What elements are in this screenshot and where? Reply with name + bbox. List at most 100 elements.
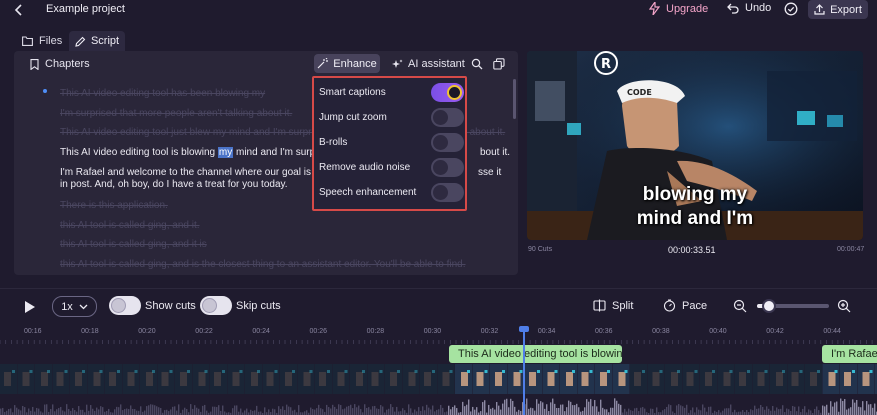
waveform-bar <box>410 408 412 415</box>
tab-files[interactable]: Files <box>22 35 62 47</box>
jump-cut-zoom-toggle[interactable] <box>431 107 464 127</box>
check-circle-icon[interactable] <box>784 2 798 16</box>
pace-button[interactable]: Pace <box>663 299 707 312</box>
waveform-bar <box>398 411 400 415</box>
undo-button[interactable]: Undo <box>727 2 771 14</box>
timeline-clip[interactable]: This AI video editing tool is blowin... <box>449 345 622 363</box>
script-line[interactable]: There is this application. <box>60 200 168 211</box>
waveform-bar <box>232 408 234 415</box>
selected-word[interactable]: my <box>217 147 234 158</box>
speed-select[interactable]: 1x <box>52 296 97 317</box>
timeline-clip[interactable]: I'm Rafael a <box>822 345 877 363</box>
show-cuts-toggle[interactable] <box>109 296 141 315</box>
waveform-bar <box>470 411 472 415</box>
script-line-active[interactable]: This AI video editing tool is blowing my… <box>60 147 326 158</box>
film-frame <box>385 364 402 394</box>
enhance-option-remove-audio-noise[interactable]: Remove audio noise <box>319 156 464 178</box>
smart-captions-toggle[interactable] <box>431 82 464 102</box>
waveform-bar <box>392 407 394 415</box>
audio-waveform[interactable] <box>0 394 877 415</box>
remove-audio-noise-toggle[interactable] <box>431 157 464 177</box>
tick-label: 00:30 <box>423 328 442 335</box>
script-line[interactable]: in post. And, oh boy, do I have a treat … <box>60 179 288 190</box>
film-frame <box>630 364 647 394</box>
waveform-bar <box>662 410 664 415</box>
waveform-bar <box>778 409 780 415</box>
waveform-bar <box>512 400 514 415</box>
tab-script[interactable]: Script <box>69 31 125 51</box>
film-frame <box>420 364 437 394</box>
b-rolls-toggle[interactable] <box>431 132 464 152</box>
upgrade-button[interactable]: Upgrade <box>649 2 708 15</box>
waveform-bar <box>6 410 8 415</box>
waveform-bar <box>446 411 448 415</box>
waveform-bar <box>768 408 770 415</box>
waveform-bar <box>614 398 616 415</box>
script-line[interactable]: this AI tool is called ging, and it is <box>60 239 207 250</box>
film-frame <box>70 364 87 394</box>
film-frame <box>297 364 315 394</box>
waveform-bar <box>872 407 874 415</box>
project-title[interactable]: Example project <box>46 3 125 15</box>
film-frame <box>752 364 770 394</box>
enhance-button[interactable]: Enhance <box>314 54 380 73</box>
waveform-bar <box>466 404 468 415</box>
waveform-bar <box>844 399 846 415</box>
zoom-out-icon[interactable] <box>733 299 747 313</box>
search-icon[interactable] <box>471 58 483 70</box>
enhance-option-b-rolls[interactable]: B-rolls <box>319 131 464 153</box>
waveform-bar <box>316 408 318 415</box>
waveform-bar <box>454 405 456 415</box>
script-line[interactable]: I'm surprised that more people aren't ta… <box>60 108 292 119</box>
waveform-bar <box>684 407 686 415</box>
back-arrow-icon[interactable] <box>11 2 27 18</box>
script-line[interactable]: I'm Rafael and welcome to the channel wh… <box>60 167 322 178</box>
waveform-bar <box>668 404 670 415</box>
toggle-knob <box>433 159 448 175</box>
skip-cuts-control[interactable]: Skip cuts <box>200 296 281 315</box>
waveform-bar <box>602 407 604 415</box>
chapters-button[interactable]: Chapters <box>30 58 90 70</box>
zoom-slider-handle[interactable] <box>762 299 776 313</box>
film-frame <box>52 364 70 394</box>
waveform-bar <box>870 404 872 415</box>
waveform-bar <box>334 406 336 415</box>
script-scrollbar[interactable] <box>513 79 516 119</box>
skip-cuts-toggle[interactable] <box>200 296 232 315</box>
zoom-in-icon[interactable] <box>837 299 851 313</box>
tick-label: 00:28 <box>366 328 385 335</box>
speech-enhancement-toggle[interactable] <box>431 182 464 202</box>
timeline-filmstrip[interactable] <box>0 364 877 394</box>
export-button[interactable]: Export <box>808 0 868 19</box>
script-line[interactable]: this AI tool is called ging, and is the … <box>60 259 466 270</box>
show-cuts-control[interactable]: Show cuts <box>109 296 196 315</box>
tick-label: 00:40 <box>709 328 727 335</box>
waveform-bar <box>182 409 184 415</box>
play-icon[interactable] <box>23 300 37 314</box>
waveform-bar <box>134 409 136 415</box>
enhance-option-jump-cut-zoom[interactable]: Jump cut zoom <box>319 106 464 128</box>
show-cuts-label: Show cuts <box>145 299 196 312</box>
waveform-bar <box>220 410 222 415</box>
script-line[interactable]: this AI tool is called ging, and it. <box>60 220 200 231</box>
waveform-bar <box>350 404 352 415</box>
waveform-bar <box>236 405 238 415</box>
video-preview[interactable]: R CODE blowing my mind and I'm <box>527 51 863 240</box>
waveform-bar <box>550 402 552 415</box>
ai-assistant-button[interactable]: AI assistant <box>392 58 465 70</box>
playhead[interactable] <box>523 328 525 415</box>
waveform-bar <box>620 404 622 415</box>
waveform-bar <box>528 408 530 415</box>
script-line[interactable]: This AI video editing tool has been blow… <box>60 88 265 99</box>
enhance-option-smart-captions[interactable]: Smart captions <box>319 81 464 103</box>
film-frame <box>350 364 367 394</box>
current-time: 00:00:33.51 <box>668 245 716 255</box>
copy-icon[interactable] <box>493 58 505 70</box>
waveform-bar <box>554 403 556 415</box>
enhance-option-speech-enhancement[interactable]: Speech enhancement <box>319 181 464 203</box>
waveform-bar <box>320 408 322 415</box>
film-frame <box>35 364 52 394</box>
waveform-bar <box>98 409 100 415</box>
waveform-bar <box>566 407 568 415</box>
split-button[interactable]: Split <box>593 299 633 312</box>
